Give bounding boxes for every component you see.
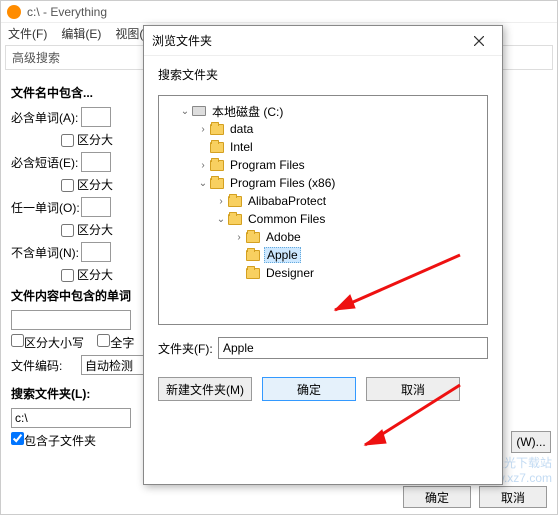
exclude-words-label: 不含单词(N): <box>11 244 81 261</box>
tree-item-data[interactable]: › data <box>161 120 485 138</box>
folder-icon <box>227 194 243 208</box>
chevron-right-icon[interactable]: › <box>215 196 227 207</box>
dialog-ok-button[interactable]: 确定 <box>262 377 356 401</box>
tree-item-alibaba[interactable]: › AlibabaProtect <box>161 192 485 210</box>
new-folder-button[interactable]: 新建文件夹(M) <box>158 377 252 401</box>
folder-icon <box>227 212 243 226</box>
dialog-subtitle: 搜索文件夹 <box>158 66 488 83</box>
match-case-1[interactable] <box>61 134 74 147</box>
chevron-down-icon[interactable]: ⌄ <box>179 106 191 117</box>
folder-field-label: 文件夹(F): <box>158 340 218 357</box>
chevron-down-icon[interactable]: ⌄ <box>197 178 209 189</box>
encoding-label: 文件编码: <box>11 357 81 374</box>
tree-root[interactable]: ⌄ 本地磁盘 (C:) <box>161 102 485 120</box>
app-icon <box>7 5 21 19</box>
folder-icon <box>209 176 225 190</box>
tree-item-program-files-x86[interactable]: ⌄ Program Files (x86) <box>161 174 485 192</box>
menu-edit[interactable]: 编辑(E) <box>58 25 104 42</box>
match-case-2[interactable] <box>61 179 74 192</box>
tree-item-designer[interactable]: Designer <box>161 264 485 282</box>
chevron-right-icon[interactable]: › <box>197 124 209 135</box>
main-ok-button[interactable]: 确定 <box>403 486 471 508</box>
any-word-input[interactable] <box>81 197 111 217</box>
chevron-down-icon[interactable]: ⌄ <box>215 214 227 225</box>
include-phrase-input[interactable] <box>81 152 111 172</box>
menu-file[interactable]: 文件(F) <box>5 25 50 42</box>
folder-tree[interactable]: ⌄ 本地磁盘 (C:) › data Intel › Program Files… <box>158 95 488 325</box>
tree-item-adobe[interactable]: › Adobe <box>161 228 485 246</box>
content-case-cb[interactable] <box>11 334 24 347</box>
chevron-right-icon[interactable]: › <box>197 160 209 171</box>
main-cancel-button[interactable]: 取消 <box>479 486 547 508</box>
match-case-4[interactable] <box>61 269 74 282</box>
chevron-right-icon[interactable]: › <box>233 232 245 243</box>
tree-item-program-files[interactable]: › Program Files <box>161 156 485 174</box>
drive-icon <box>191 104 207 118</box>
match-case-3[interactable] <box>61 224 74 237</box>
menu-view[interactable]: 视图( <box>112 25 146 42</box>
include-words-input[interactable] <box>81 107 111 127</box>
tree-item-common-files[interactable]: ⌄ Common Files <box>161 210 485 228</box>
folder-icon <box>209 122 225 136</box>
close-icon <box>474 36 484 46</box>
browse-folder-dialog: 浏览文件夹 搜索文件夹 ⌄ 本地磁盘 (C:) › data Intel <box>143 25 503 485</box>
dialog-close-button[interactable] <box>464 30 494 52</box>
browse-button[interactable]: (W)... <box>511 431 551 453</box>
content-input[interactable] <box>11 310 131 330</box>
tree-item-apple[interactable]: Apple <box>161 246 485 264</box>
encoding-select[interactable] <box>81 355 151 375</box>
include-phrase-label: 必含短语(E): <box>11 154 81 171</box>
content-whole-cb[interactable] <box>97 334 110 347</box>
title-bar: c:\ - Everything <box>1 1 557 23</box>
include-words-label: 必含单词(A): <box>11 109 81 126</box>
dialog-cancel-button[interactable]: 取消 <box>366 377 460 401</box>
tree-item-intel[interactable]: Intel <box>161 138 485 156</box>
window-title: c:\ - Everything <box>27 5 107 19</box>
folder-icon <box>209 158 225 172</box>
dialog-title: 浏览文件夹 <box>152 32 212 49</box>
folder-icon <box>245 230 261 244</box>
search-folder-input[interactable] <box>11 408 131 428</box>
any-word-label: 任一单词(O): <box>11 199 81 216</box>
exclude-words-input[interactable] <box>81 242 111 262</box>
folder-icon <box>209 140 225 154</box>
folder-icon <box>245 266 261 280</box>
folder-icon <box>245 248 261 262</box>
folder-field-input[interactable] <box>218 337 488 359</box>
include-subfolders-cb[interactable] <box>11 432 24 445</box>
